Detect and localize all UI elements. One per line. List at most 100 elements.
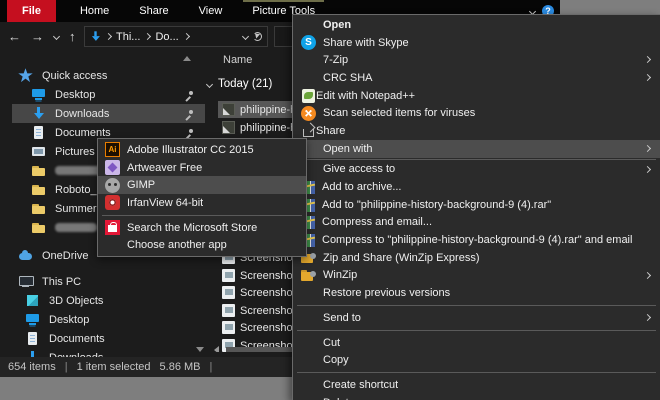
document-icon (25, 331, 40, 346)
screen: File Home Share View Picture Tools ← → ↑… (0, 0, 660, 400)
menu-item-create-shortcut[interactable]: Create shortcut (293, 376, 660, 394)
menu-item-compress-email[interactable]: Compress and email... (293, 214, 660, 232)
winzip-icon (301, 268, 316, 283)
submenu-item-artweaver[interactable]: Artweaver Free (98, 159, 306, 177)
submenu-arrow-icon (643, 271, 652, 279)
hscroll-thumb[interactable] (226, 347, 292, 352)
menu-separator (102, 214, 302, 216)
sidebar-item-downloads[interactable]: Downloads (12, 104, 205, 123)
download-arrow-icon (25, 350, 40, 357)
sidebar-item-documents-2[interactable]: Documents (0, 329, 205, 348)
address-bar[interactable]: Thi... Do... (84, 26, 268, 47)
pushpin-icon (185, 91, 193, 99)
menu-item-crc-sha[interactable]: CRC SHA (293, 69, 660, 87)
sidebar-item-desktop-2[interactable]: Desktop (0, 310, 205, 329)
collapse-group-icon (205, 80, 214, 88)
sidebar-item-downloads-2[interactable]: Downloads (0, 348, 205, 357)
up-icon[interactable]: ↑ (69, 30, 76, 43)
sidebar-item-desktop[interactable]: Desktop (0, 85, 205, 104)
menu-item-delete[interactable]: Delete (293, 394, 660, 400)
submenu-item-choose-another-app[interactable]: Choose another app (98, 236, 306, 254)
submenu-arrow-icon (643, 313, 652, 322)
menu-item-give-access[interactable]: Give access to (293, 161, 660, 179)
breadcrumb-downloads[interactable]: Do... (155, 31, 178, 43)
tab-home[interactable]: Home (71, 0, 118, 22)
submenu-arrow-icon (643, 74, 652, 82)
breadcrumb-this-pc[interactable]: Thi... (116, 31, 140, 43)
onedrive-cloud-icon (18, 248, 33, 263)
menu-item-add-to-archive[interactable]: Add to archive... (293, 178, 660, 196)
menu-item-winzip[interactable]: WinZip (293, 267, 660, 285)
submenu-item-irfanview[interactable]: IrfanView 64-bit (98, 194, 306, 212)
context-menu: Open Share with Skype 7-Zip CRC SHA Edit… (292, 14, 660, 400)
menu-item-open[interactable]: Open (293, 16, 660, 34)
nav-scroll-down-icon[interactable] (196, 347, 204, 352)
sidebar-item-quick-access[interactable]: Quick access (0, 66, 205, 85)
this-pc-icon (18, 274, 34, 289)
nav-scroll-up-icon[interactable] (183, 56, 191, 61)
refresh-icon[interactable] (253, 32, 262, 41)
menu-item-compress-to-rar-email[interactable]: Compress to "philippine-history-backgrou… (293, 231, 660, 249)
menu-item-cut[interactable]: Cut (293, 334, 660, 352)
folder-icon (31, 201, 46, 216)
menu-item-share[interactable]: Share (293, 122, 660, 140)
hscroll-left-icon[interactable] (214, 346, 219, 352)
status-size: 5.86 MB (159, 361, 201, 373)
microsoft-store-icon (105, 220, 120, 236)
illustrator-icon (105, 142, 120, 158)
submenu-item-gimp[interactable]: GIMP (98, 176, 306, 195)
menu-item-send-to[interactable]: Send to (293, 309, 660, 327)
open-with-submenu: Adobe Illustrator CC 2015 Artweaver Free… (97, 138, 307, 257)
group-header-today[interactable]: Today (21) (205, 78, 272, 90)
tab-view[interactable]: View (190, 0, 232, 22)
menu-item-7zip[interactable]: 7-Zip (293, 51, 660, 69)
submenu-item-search-store[interactable]: Search the Microsoft Store (98, 219, 306, 237)
column-header-name[interactable]: Name (223, 54, 252, 66)
star-icon (18, 68, 33, 83)
download-arrow-icon (31, 106, 46, 121)
folder-icon (31, 182, 46, 197)
forward-icon[interactable]: → (31, 30, 44, 43)
address-dropdown-icon[interactable] (241, 32, 250, 41)
redacted-label (55, 223, 97, 232)
folder-icon (31, 163, 46, 178)
antivirus-icon (301, 105, 316, 121)
image-file-light-icon (222, 304, 235, 317)
pushpin-icon (185, 110, 193, 118)
image-file-dark-icon (222, 121, 235, 134)
tab-share[interactable]: Share (130, 0, 177, 22)
sidebar-item-this-pc[interactable]: This PC (0, 272, 205, 291)
document-icon (31, 125, 46, 140)
image-file-light-icon (222, 321, 235, 334)
monitor-icon (31, 88, 46, 103)
cube-icon (25, 294, 40, 309)
menu-item-edit-notepadpp[interactable]: Edit with Notepad++ (293, 87, 660, 105)
menu-item-copy[interactable]: Copy (293, 351, 660, 369)
menu-separator (297, 305, 656, 306)
menu-item-zip-and-share[interactable]: Zip and Share (WinZip Express) (293, 249, 660, 267)
skype-icon (301, 35, 316, 51)
menu-item-restore-previous[interactable]: Restore previous versions (293, 284, 660, 302)
menu-separator (297, 158, 656, 160)
breadcrumb-separator-icon (144, 32, 152, 41)
submenu-item-illustrator[interactable]: Adobe Illustrator CC 2015 (98, 141, 306, 159)
status-divider: | (64, 361, 68, 373)
menu-item-open-with[interactable]: Open with (293, 139, 660, 158)
image-file-dark-icon (222, 103, 235, 116)
monitor-icon (25, 313, 40, 328)
menu-item-add-to-rar[interactable]: Add to "philippine-history-background-9 … (293, 196, 660, 214)
status-divider: | (209, 361, 213, 373)
submenu-arrow-icon (643, 144, 652, 152)
artweaver-icon (105, 160, 120, 176)
status-item-count: 654 items (8, 361, 56, 373)
recent-locations-icon[interactable] (52, 32, 61, 40)
sidebar-item-3d-objects[interactable]: 3D Objects (0, 291, 205, 310)
pictures-icon (31, 144, 46, 159)
back-icon[interactable]: ← (8, 30, 21, 43)
menu-separator (297, 329, 656, 331)
tab-file[interactable]: File (7, 0, 56, 22)
menu-item-share-with-skype[interactable]: Share with Skype (293, 34, 660, 52)
irfanview-icon (105, 195, 120, 211)
gimp-icon (105, 177, 120, 193)
menu-item-scan-viruses[interactable]: Scan selected items for viruses (293, 104, 660, 122)
